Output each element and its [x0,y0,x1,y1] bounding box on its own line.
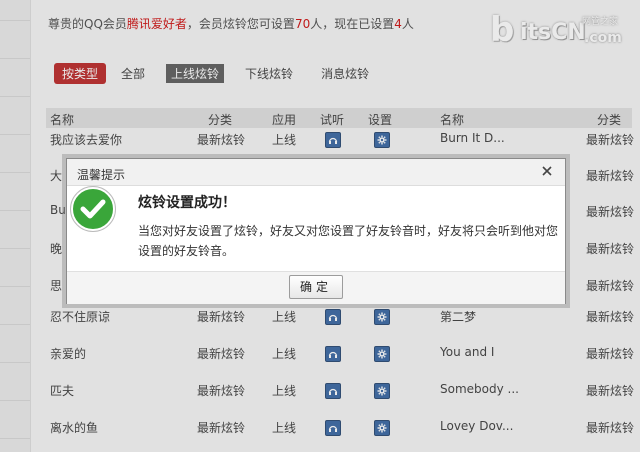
close-icon[interactable] [539,163,555,179]
check-icon [69,185,117,233]
dialog-message: 当您对好友设置了炫铃，好友又对您设置了好友铃音时，好友将只会听到他对您设置的好友… [138,224,559,258]
dialog-title: 温馨提示 [77,168,126,182]
dialog-titlebar: 温馨提示 [67,159,565,186]
dialog-headline: 炫铃设置成功！ [138,195,236,211]
ok-button[interactable]: 确定 [289,275,343,299]
success-dialog: 温馨提示 炫铃设置成功！ 当您对好友设置了炫铃，好友又对您设置了好友铃音时，好友… [66,158,566,304]
